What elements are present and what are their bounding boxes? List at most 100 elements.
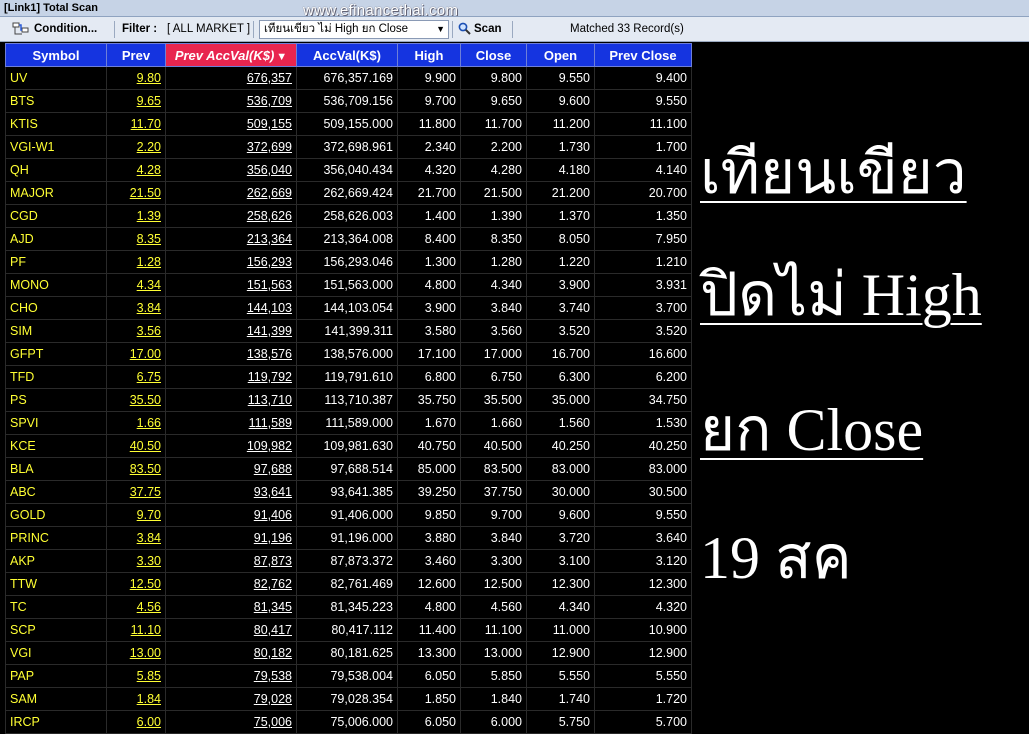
table-row[interactable]: SAM 1.84 79,028 79,028.354 1.850 1.840 1.740 1.… <box>5 687 692 711</box>
table-cell[interactable]: 1.84 <box>106 687 166 711</box>
table-cell[interactable]: VGI <box>5 641 107 665</box>
filter-value[interactable]: [ ALL MARKET ] <box>167 17 250 42</box>
table-cell[interactable]: 144,103 <box>165 296 297 320</box>
table-cell[interactable]: 2.20 <box>106 135 166 159</box>
table-cell[interactable]: 79,028 <box>165 687 297 711</box>
table-row[interactable]: VGI 13.00 80,182 80,181.625 13.300 13.000 12.9… <box>5 641 692 665</box>
table-row[interactable]: PRINC 3.84 91,196 91,196.000 3.880 3.840 3.720… <box>5 526 692 550</box>
table-cell[interactable]: PS <box>5 388 107 412</box>
table-row[interactable]: PS 35.50 113,710 113,710.387 35.750 35.500 35.… <box>5 388 692 412</box>
table-cell[interactable]: 509,155 <box>165 112 297 136</box>
table-cell[interactable]: 91,406 <box>165 503 297 527</box>
table-cell[interactable]: 6.75 <box>106 365 166 389</box>
table-row[interactable]: GOLD 9.70 91,406 91,406.000 9.850 9.700 9.600 9… <box>5 503 692 527</box>
table-cell[interactable]: 1.66 <box>106 411 166 435</box>
table-cell[interactable]: 4.56 <box>106 595 166 619</box>
table-cell[interactable]: KTIS <box>5 112 107 136</box>
table-cell[interactable]: 109,982 <box>165 434 297 458</box>
table-row[interactable]: IRCP 6.00 75,006 75,006.000 6.050 6.000 5.750 5… <box>5 710 692 734</box>
table-cell[interactable]: AJD <box>5 227 107 251</box>
table-cell[interactable]: 75,006 <box>165 710 297 734</box>
table-cell[interactable]: GFPT <box>5 342 107 366</box>
table-cell[interactable]: 11.70 <box>106 112 166 136</box>
column-header[interactable]: Symbol <box>5 43 107 67</box>
condition-select[interactable]: เทียนเขียว ไม่ High ยก Close ▼ <box>259 20 449 39</box>
table-cell[interactable]: 12.50 <box>106 572 166 596</box>
table-row[interactable]: ABC 37.75 93,641 93,641.385 39.250 37.750 30.0… <box>5 480 692 504</box>
table-cell[interactable]: KCE <box>5 434 107 458</box>
table-cell[interactable]: 9.70 <box>106 503 166 527</box>
table-cell[interactable]: GOLD <box>5 503 107 527</box>
table-cell[interactable]: SIM <box>5 319 107 343</box>
table-cell[interactable]: 1.28 <box>106 250 166 274</box>
condition-button[interactable]: Condition... <box>12 17 97 42</box>
table-cell[interactable]: 258,626 <box>165 204 297 228</box>
table-cell[interactable]: 13.00 <box>106 641 166 665</box>
table-cell[interactable]: 83.50 <box>106 457 166 481</box>
table-row[interactable]: KTIS 11.70 509,155 509,155.000 11.800 11.700 1… <box>5 112 692 136</box>
scan-button[interactable]: Scan <box>458 17 502 42</box>
table-cell[interactable]: 8.35 <box>106 227 166 251</box>
table-cell[interactable]: 21.50 <box>106 181 166 205</box>
table-cell[interactable]: 11.10 <box>106 618 166 642</box>
table-cell[interactable]: 262,669 <box>165 181 297 205</box>
table-cell[interactable]: MAJOR <box>5 181 107 205</box>
table-cell[interactable]: 37.75 <box>106 480 166 504</box>
table-cell[interactable]: SPVI <box>5 411 107 435</box>
table-cell[interactable]: 3.30 <box>106 549 166 573</box>
table-cell[interactable]: 87,873 <box>165 549 297 573</box>
table-row[interactable]: SPVI 1.66 111,589 111,589.000 1.670 1.660 1.56… <box>5 411 692 435</box>
table-cell[interactable]: 3.84 <box>106 296 166 320</box>
table-cell[interactable]: 119,792 <box>165 365 297 389</box>
table-row[interactable]: VGI-W1 2.20 372,699 372,698.961 2.340 2.200 1.… <box>5 135 692 159</box>
column-header[interactable]: AccVal(K$) <box>296 43 398 67</box>
table-row[interactable]: PAP 5.85 79,538 79,538.004 6.050 5.850 5.550 5.… <box>5 664 692 688</box>
table-cell[interactable]: 113,710 <box>165 388 297 412</box>
table-cell[interactable]: 79,538 <box>165 664 297 688</box>
table-row[interactable]: AKP 3.30 87,873 87,873.372 3.460 3.300 3.100 3.… <box>5 549 692 573</box>
table-cell[interactable]: 151,563 <box>165 273 297 297</box>
table-cell[interactable]: 17.00 <box>106 342 166 366</box>
table-cell[interactable]: VGI-W1 <box>5 135 107 159</box>
table-cell[interactable]: CHO <box>5 296 107 320</box>
table-cell[interactable]: PAP <box>5 664 107 688</box>
table-row[interactable]: TC 4.56 81,345 81,345.223 4.800 4.560 4.340 4.3… <box>5 595 692 619</box>
table-cell[interactable]: PRINC <box>5 526 107 550</box>
table-row[interactable]: TTW 12.50 82,762 82,761.469 12.600 12.500 12.3… <box>5 572 692 596</box>
table-cell[interactable]: 91,196 <box>165 526 297 550</box>
table-cell[interactable]: 9.65 <box>106 89 166 113</box>
table-cell[interactable]: 138,576 <box>165 342 297 366</box>
table-row[interactable]: TFD 6.75 119,792 119,791.610 6.800 6.750 6.300… <box>5 365 692 389</box>
table-cell[interactable]: IRCP <box>5 710 107 734</box>
table-cell[interactable]: 111,589 <box>165 411 297 435</box>
table-cell[interactable]: 9.80 <box>106 66 166 90</box>
table-row[interactable]: KCE 40.50 109,982 109,981.630 40.750 40.500 40… <box>5 434 692 458</box>
table-cell[interactable]: 80,417 <box>165 618 297 642</box>
table-cell[interactable]: 40.50 <box>106 434 166 458</box>
table-row[interactable]: PF 1.28 156,293 156,293.046 1.300 1.280 1.220 1… <box>5 250 692 274</box>
table-cell[interactable]: MONO <box>5 273 107 297</box>
table-row[interactable]: MAJOR 21.50 262,669 262,669.424 21.700 21.500… <box>5 181 692 205</box>
table-row[interactable]: MONO 4.34 151,563 151,563.000 4.800 4.340 3.90… <box>5 273 692 297</box>
column-header[interactable]: High <box>397 43 461 67</box>
table-cell[interactable]: 4.28 <box>106 158 166 182</box>
table-cell[interactable]: ABC <box>5 480 107 504</box>
table-cell[interactable]: BTS <box>5 89 107 113</box>
table-cell[interactable]: 82,762 <box>165 572 297 596</box>
table-cell[interactable]: 213,364 <box>165 227 297 251</box>
table-cell[interactable]: 93,641 <box>165 480 297 504</box>
table-row[interactable]: QH 4.28 356,040 356,040.434 4.320 4.280 4.180 4… <box>5 158 692 182</box>
column-header[interactable]: Prev <box>106 43 166 67</box>
table-cell[interactable]: TFD <box>5 365 107 389</box>
table-cell[interactable]: 6.00 <box>106 710 166 734</box>
table-cell[interactable]: QH <box>5 158 107 182</box>
table-cell[interactable]: 676,357 <box>165 66 297 90</box>
table-cell[interactable]: BLA <box>5 457 107 481</box>
table-row[interactable]: SCP 11.10 80,417 80,417.112 11.400 11.100 11.0… <box>5 618 692 642</box>
column-header[interactable]: Prev AccVal(K$) ▼ <box>165 43 297 67</box>
column-header[interactable]: Prev Close <box>594 43 692 67</box>
table-cell[interactable]: UV <box>5 66 107 90</box>
table-cell[interactable]: AKP <box>5 549 107 573</box>
table-cell[interactable]: TC <box>5 595 107 619</box>
table-cell[interactable]: 3.56 <box>106 319 166 343</box>
